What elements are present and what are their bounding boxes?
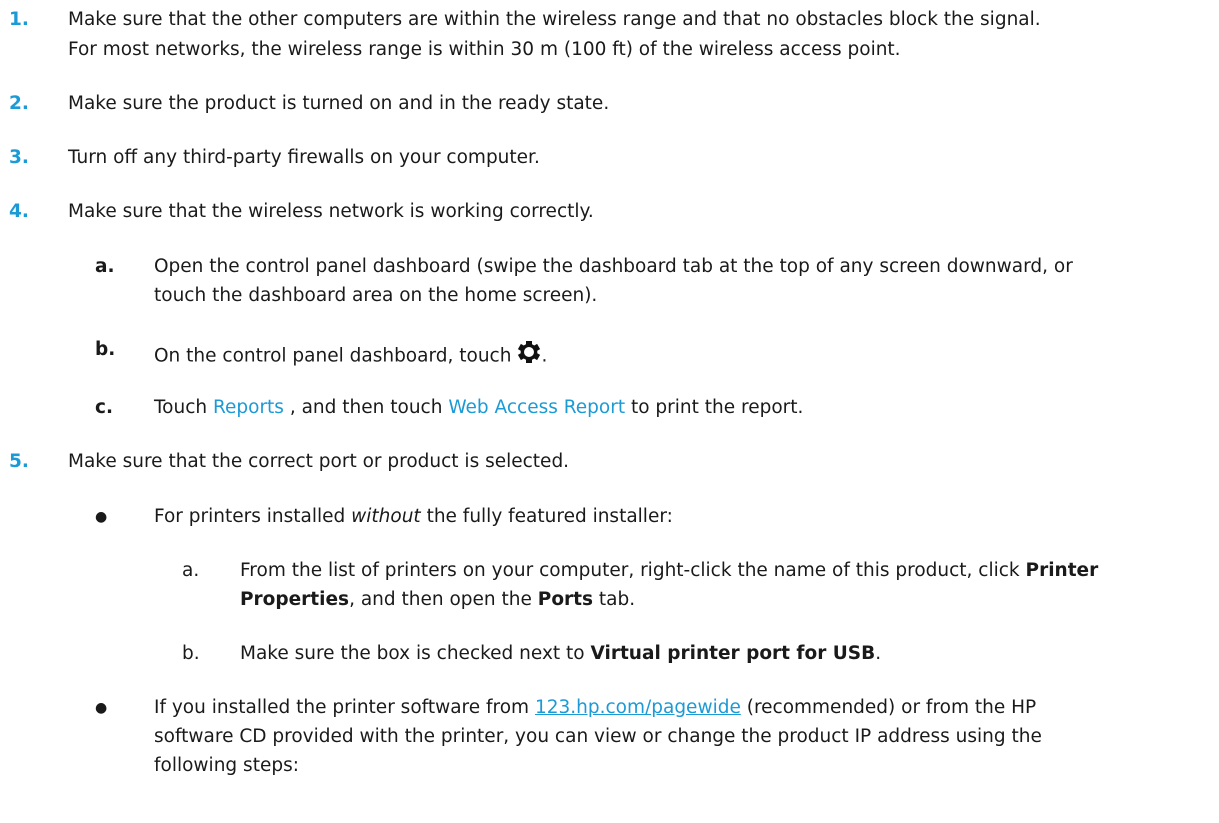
manual-page: { "steps": [ {"num": "1.", "line1": "Mak… <box>0 0 1219 823</box>
substep-b2-pre: Make sure the box is checked next to <box>240 643 591 664</box>
bullet-text: For printers installed without the fully… <box>154 503 673 531</box>
step-text: Turn off any third-party firewalls on yo… <box>68 147 540 168</box>
bullet-icon: ● <box>95 509 108 525</box>
step-text: Make sure that the wireless network is w… <box>68 201 594 222</box>
step-number: 4. <box>9 201 29 222</box>
substep-b-end: . <box>541 345 548 367</box>
step-number: 5. <box>9 451 29 472</box>
substep-text: Make sure the box is checked next to Vir… <box>240 640 881 668</box>
step-number: 1. <box>9 9 29 30</box>
settings-gear-icon <box>517 340 541 373</box>
substep-c-pre: Touch <box>154 397 213 418</box>
bullet-2-pre: If you installed the printer software fr… <box>154 697 535 718</box>
bullet-text: following steps: <box>154 755 299 776</box>
substep-text: From the list of printers on your comput… <box>240 557 1098 585</box>
substep-b-text: On the control panel dashboard, touch <box>154 345 512 367</box>
bullet-1-pre: For printers installed <box>154 506 352 527</box>
hp-pagewide-link[interactable]: 123.hp.com/pagewide <box>535 697 741 718</box>
bullet-text: If you installed the printer software fr… <box>154 694 1036 722</box>
virtual-port-bold: Virtual printer port for USB <box>590 643 876 664</box>
substep-c-mid: , and then touch <box>283 397 449 418</box>
properties-bold: Properties <box>240 589 350 610</box>
bullet-text: software CD provided with the printer, y… <box>154 726 1042 747</box>
step-text: Make sure that the correct port or produ… <box>68 451 570 472</box>
substep-text: Open the control panel dashboard (swipe … <box>154 256 1073 277</box>
substep-label: b. <box>182 643 200 664</box>
substep-a-post: tab. <box>593 589 636 610</box>
substep-text: Touch Reports , and then touch Web Acces… <box>154 394 803 422</box>
bullet-1-em: without <box>351 506 421 527</box>
substep-a-pre: From the list of printers on your comput… <box>240 560 1026 581</box>
bullet-2-mid: (recommended) or from the HP <box>740 697 1037 718</box>
substep-text: Properties, and then open the Ports tab. <box>240 586 635 614</box>
substep-label: a. <box>95 256 115 277</box>
reports-link[interactable]: Reports <box>213 397 284 418</box>
substep-text: On the control panel dashboard, touch. <box>154 340 547 373</box>
substep-label: a. <box>182 560 200 581</box>
bullet-icon: ● <box>95 700 108 716</box>
substep-label: c. <box>95 397 113 418</box>
substep-a-mid: , and then open the <box>349 589 538 610</box>
step-text: Make sure the product is turned on and i… <box>68 93 610 114</box>
step-text: For most networks, the wireless range is… <box>68 39 901 60</box>
web-access-report-link[interactable]: Web Access Report <box>448 397 625 418</box>
substep-label: b. <box>95 339 116 360</box>
ports-bold: Ports <box>537 589 594 610</box>
substep-text: touch the dashboard area on the home scr… <box>154 285 598 306</box>
substep-b2-post: . <box>875 643 882 664</box>
step-number: 3. <box>9 147 29 168</box>
bullet-1-post: the fully featured installer: <box>420 506 673 527</box>
step-text: Make sure that the other computers are w… <box>68 9 1041 30</box>
step-number: 2. <box>9 93 29 114</box>
substep-c-post: to print the report. <box>625 397 804 418</box>
printer-bold: Printer <box>1025 560 1099 581</box>
